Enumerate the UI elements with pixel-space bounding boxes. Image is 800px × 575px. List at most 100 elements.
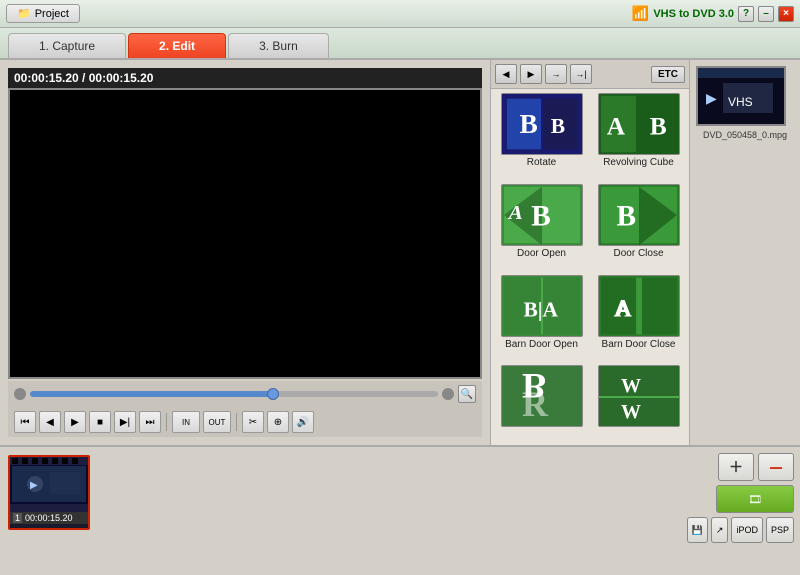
zoom-button[interactable]: 🔍 [458,385,476,403]
svg-text:B: B [649,113,666,141]
svg-text:B: B [616,200,636,232]
project-label: Project [35,8,69,20]
clip-time: 00:00:15.20 [25,513,73,523]
transition-toolbar: ◀ ▶ → →| ETC [491,60,689,89]
video-preview [8,88,482,379]
film-icon: 🎞 [748,493,762,506]
transition-barn-close-thumb: A A [598,275,680,337]
add-clip-button[interactable]: ＋ [718,453,754,481]
transition-scroll1-thumb: B R [501,365,583,427]
step-back-button[interactable]: ◀ [39,411,61,433]
controls-separator-2 [236,413,237,431]
split-button[interactable]: ✂ [242,411,264,433]
bottom-section: ▶ 1 00:00:15.20 ＋ － 🎞 [0,445,800,575]
time-display: 00:00:15.20 / 00:00:15.20 [8,68,482,88]
save-icon: 💾 [692,525,703,536]
svg-text:B|A: B|A [523,297,558,321]
minimize-button[interactable]: – [758,6,774,22]
transition-door-close-label: Door Close [613,248,663,259]
scrubber-track[interactable] [30,391,438,397]
wifi-icon: 📶 [632,5,649,22]
help-button[interactable]: ? [738,6,754,22]
skip-back-button[interactable]: ⏮ [14,411,36,433]
trans-forward-button[interactable]: → [545,64,567,84]
volume-button[interactable]: 🔊 [292,411,314,433]
timeline-area: ▶ 1 00:00:15.20 [0,447,690,575]
svg-text:A: A [606,113,625,141]
svg-text:B: B [550,114,564,138]
skip-forward-button[interactable]: ⏭ [139,411,161,433]
save-button[interactable]: 💾 [687,517,708,543]
transition-door-open-thumb: B A [501,184,583,246]
app-name: VHS to DVD 3.0 [653,8,734,20]
title-left: 📁 Project [6,4,80,23]
playback-controls: ⏮ ◀ ▶ ■ ▶| ⏭ IN OUT ✂ ⊕ 🔊 [8,407,482,437]
trans-next-button[interactable]: ▶ [520,64,542,84]
svg-text:W: W [621,401,641,423]
transitions-panel: ◀ ▶ → →| ETC B B Rotate [490,60,690,445]
export-button[interactable]: ↗ [711,517,729,543]
tab-capture[interactable]: 1. Capture [8,33,126,58]
scrubber-area: 🔍 [8,381,482,407]
export-icon: ↗ [716,525,724,536]
media-filename: DVD_050458_0.mpg [696,130,794,140]
transition-scroll2-thumb: W W [598,365,680,427]
transition-barn-door-open[interactable]: B|A Barn Door Open [495,275,588,362]
transition-scroll2[interactable]: W W [592,365,685,441]
transition-door-open[interactable]: B A Door Open [495,184,588,271]
title-bar: 📁 Project 📶 VHS to DVD 3.0 ? – × [0,0,800,28]
video-clip-1[interactable]: ▶ 1 00:00:15.20 [8,455,90,530]
tab-edit[interactable]: 2. Edit [128,33,226,58]
ipod-export-button[interactable]: iPOD [731,517,763,543]
transition-barn-open-label: Barn Door Open [505,339,578,350]
scrubber-thumb[interactable] [267,388,279,400]
transition-revolving-cube[interactable]: A B Revolving Cube [592,93,685,180]
transition-barn-door-close[interactable]: A A Barn Door Close [592,275,685,362]
transition-door-close[interactable]: B Door Close [592,184,685,271]
clip-thumbnail: ▶ [10,457,88,512]
transition-rotate[interactable]: B B Rotate [495,93,588,180]
mark-out-button[interactable]: OUT [203,411,231,433]
export-row: 💾 ↗ iPOD PSP [696,517,794,543]
transition-barn-close-label: Barn Door Close [602,339,676,350]
transitions-grid: B B Rotate A B Revolving Cu [491,89,689,445]
close-button[interactable]: × [778,6,794,22]
svg-text:▶: ▶ [706,90,717,106]
svg-text:R: R [522,384,549,424]
svg-text:B: B [519,109,537,139]
main-content: 00:00:15.20 / 00:00:15.20 🔍 ⏮ ◀ ▶ ■ ▶| ⏭… [0,60,800,445]
trans-prev-button[interactable]: ◀ [495,64,517,84]
tab-bar: 1. Capture 2. Edit 3. Burn [0,28,800,60]
scrubber-left-handle[interactable] [14,388,26,400]
transition-door-open-label: Door Open [517,248,566,259]
clip-manage-row: ＋ － [696,453,794,481]
mark-in-button[interactable]: IN [172,411,200,433]
play-button[interactable]: ▶ [64,411,86,433]
tab-burn[interactable]: 3. Burn [228,33,329,58]
step-forward-button[interactable]: ▶| [114,411,136,433]
media-panel: ▶ VHS DVD_050458_0.mpg [690,60,800,445]
stop-button[interactable]: ■ [89,411,111,433]
bottom-controls: ＋ － 🎞 💾 ↗ iPOD PSP [690,447,800,575]
etc-button[interactable]: ETC [651,66,685,83]
minus-icon: － [768,455,784,479]
clip-info: 1 00:00:15.20 [10,512,88,524]
project-button[interactable]: 📁 Project [6,4,80,23]
add-icon: ＋ [729,457,743,477]
media-thumbnail[interactable]: ▶ VHS [696,66,786,126]
psp-export-button[interactable]: PSP [766,517,794,543]
transition-barn-open-thumb: B|A [501,275,583,337]
svg-text:B: B [531,200,551,232]
film-strip-button[interactable]: 🎞 [716,485,794,513]
audio-sync-button[interactable]: ⊕ [267,411,289,433]
scrubber-right-handle[interactable] [442,388,454,400]
svg-text:▶: ▶ [30,480,38,491]
film-button-row: 🎞 [696,485,794,513]
transition-cube-label: Revolving Cube [603,157,674,168]
trans-end-button[interactable]: →| [570,64,592,84]
remove-clip-button[interactable]: － [758,453,794,481]
video-panel: 00:00:15.20 / 00:00:15.20 🔍 ⏮ ◀ ▶ ■ ▶| ⏭… [0,60,490,445]
transition-scroll1[interactable]: B R [495,365,588,441]
svg-text:W: W [621,375,641,397]
svg-text:VHS: VHS [728,95,753,109]
